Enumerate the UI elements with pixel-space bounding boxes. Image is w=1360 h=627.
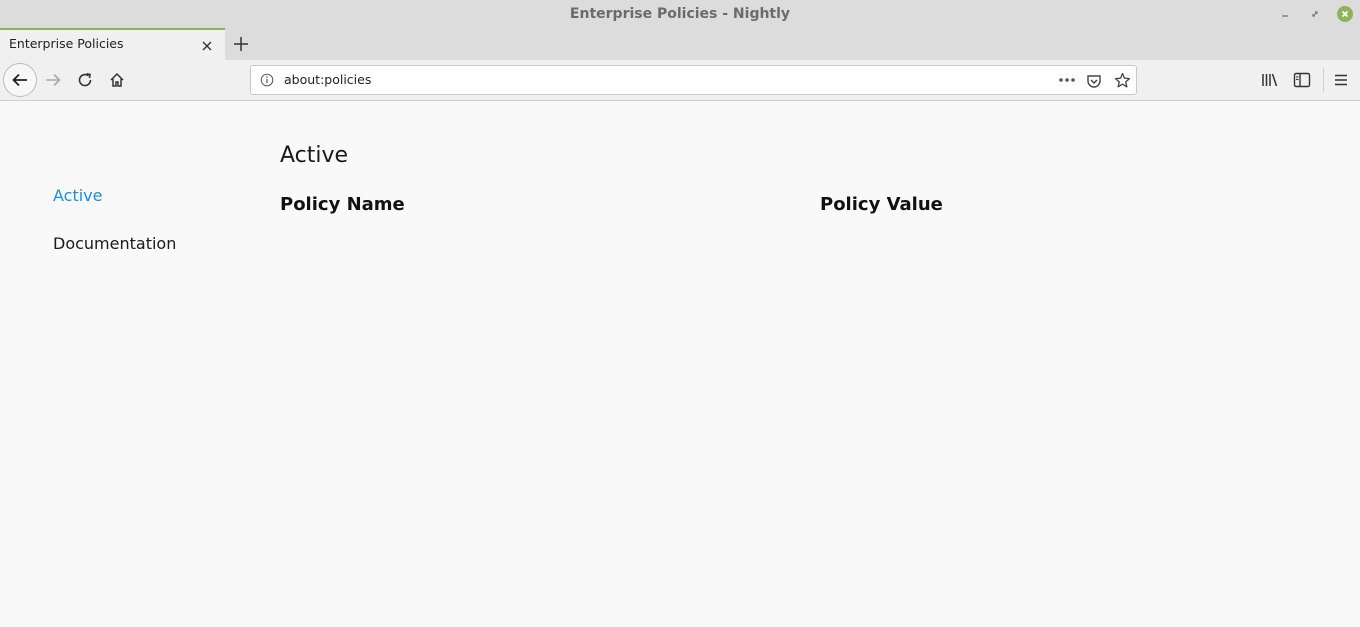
sidebar-toggle-button[interactable] <box>1292 70 1312 90</box>
column-header-policy-name: Policy Name <box>280 194 405 215</box>
maximize-icon <box>1312 11 1318 17</box>
tab-strip: Enterprise Policies <box>0 28 1360 60</box>
sidebar-item-documentation[interactable]: Documentation <box>53 234 176 253</box>
minimize-icon <box>1282 15 1288 17</box>
arrow-right-icon <box>46 73 61 87</box>
reload-icon <box>78 73 92 87</box>
new-tab-button[interactable] <box>231 34 251 54</box>
minimize-button[interactable] <box>1277 6 1293 22</box>
url-bar[interactable]: about:policies <box>250 65 1137 95</box>
toolbar-separator <box>1323 68 1324 92</box>
maximize-button[interactable] <box>1307 6 1323 22</box>
tab-enterprise-policies[interactable]: Enterprise Policies <box>0 28 225 60</box>
forward-button[interactable] <box>42 69 64 91</box>
tab-title: Enterprise Policies <box>9 36 124 51</box>
sidebar-icon <box>1293 72 1311 88</box>
navigation-toolbar: about:policies <box>0 60 1360 101</box>
menu-button[interactable] <box>1331 70 1351 90</box>
arrow-left-icon <box>12 73 27 87</box>
close-icon <box>1341 10 1349 18</box>
window-close-button[interactable] <box>1337 6 1353 22</box>
library-icon <box>1262 73 1278 87</box>
more-icon <box>1059 78 1075 82</box>
title-bar: Enterprise Policies - Nightly <box>0 0 1360 28</box>
library-button[interactable] <box>1260 70 1280 90</box>
window-title: Enterprise Policies - Nightly <box>569 6 791 22</box>
back-button[interactable] <box>3 63 37 97</box>
page-title: Active <box>280 143 349 168</box>
url-text[interactable]: about:policies <box>284 72 371 87</box>
tab-close-button[interactable] <box>199 38 215 54</box>
hamburger-menu-icon <box>1335 74 1347 86</box>
reload-button[interactable] <box>74 69 96 91</box>
column-header-policy-value: Policy Value <box>820 194 943 215</box>
page-actions-button[interactable] <box>1057 72 1077 88</box>
plus-icon <box>234 37 248 51</box>
site-info-button[interactable] <box>259 72 275 88</box>
bookmark-star-button[interactable] <box>1113 71 1131 89</box>
home-button[interactable] <box>106 69 128 91</box>
pocket-button[interactable] <box>1085 72 1103 90</box>
sidebar-item-active[interactable]: Active <box>53 186 103 205</box>
home-icon <box>110 72 124 87</box>
close-icon <box>202 41 212 51</box>
pocket-icon <box>1087 75 1101 88</box>
page-content: Active Documentation Active Policy Name … <box>0 101 1360 627</box>
star-icon <box>1114 72 1130 87</box>
info-icon <box>260 73 274 87</box>
